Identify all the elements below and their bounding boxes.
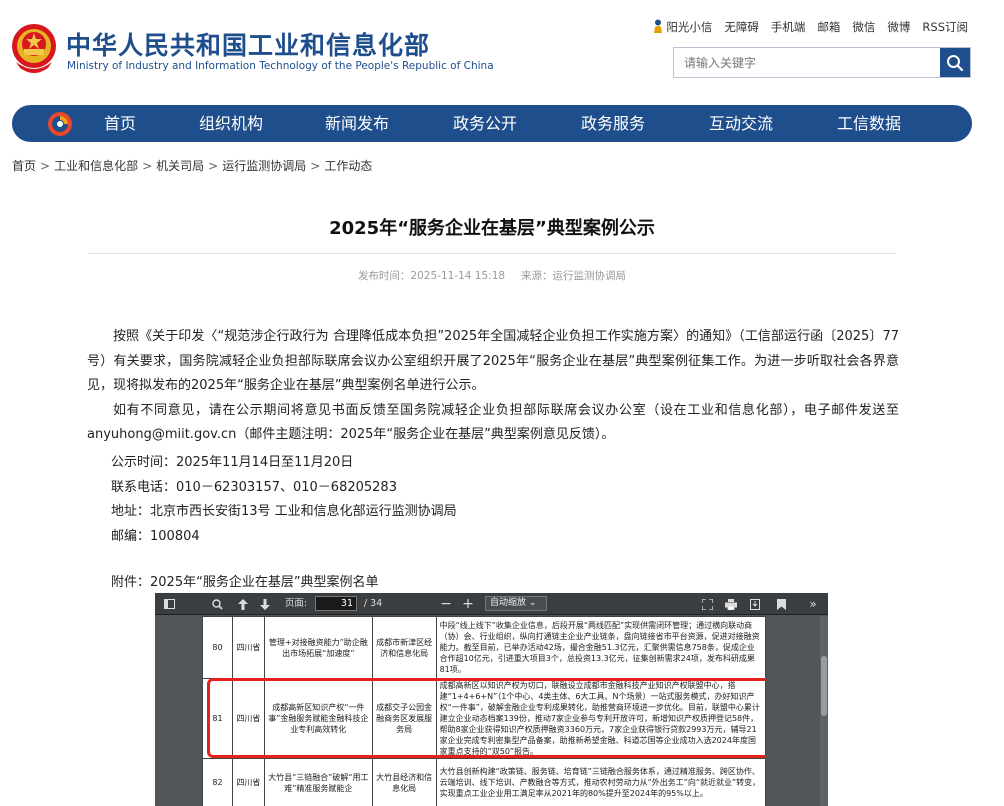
title-divider bbox=[88, 253, 896, 254]
article-title: 2025年“服务企业在基层”典型案例公示 bbox=[329, 218, 655, 239]
table-row: 82 四川省 大竹县“三链融合”破解“用工难”精准服务赋能企 大竹县经济和信息化… bbox=[202, 758, 766, 806]
nav-organization[interactable]: 组织机构 bbox=[199, 105, 263, 142]
case-description: 中段“线上线下”收集企业信息，后段开展“两线匹配”实现供需闭环管理；通过横向联动… bbox=[435, 616, 766, 679]
contact-phone: 联系电话：010－62303157、010－68205283 bbox=[111, 480, 397, 495]
case-unit: 成都市新津区经济和信息化局 bbox=[371, 616, 437, 679]
site-title-english: Ministry of Industry and Information Tec… bbox=[67, 60, 494, 72]
zoom-select[interactable]: 自动缩放 ⌄ bbox=[485, 596, 547, 611]
zoom-in-icon[interactable]: + bbox=[460, 593, 476, 615]
case-name: 管理+对接融资能力”助企融出市场拓展“加速度” bbox=[263, 616, 373, 679]
breadcrumb-home[interactable]: 首页 bbox=[12, 159, 36, 173]
article-meta: 发布时间：2025-11-14 15:18 来源：运行监测协调局 bbox=[0, 268, 984, 283]
case-province: 四川省 bbox=[231, 758, 265, 806]
print-icon[interactable] bbox=[722, 593, 740, 615]
site-title[interactable]: 中华人民共和国工业和信息化部 bbox=[66, 26, 430, 62]
nav-services[interactable]: 政务服务 bbox=[581, 105, 645, 142]
main-nav: 首页 组织机构 新闻发布 政务公开 政务服务 互动交流 工信数据 bbox=[12, 105, 972, 142]
breadcrumb-separator: > bbox=[40, 159, 51, 173]
case-description: 大竹县创新构建“政策链、服务链、培育链”三链融合服务体系，通过精准服务、跨区协作… bbox=[435, 758, 766, 806]
scroll-thumb[interactable] bbox=[821, 656, 827, 716]
download-icon[interactable] bbox=[746, 593, 764, 615]
top-link-wechat[interactable]: 微信 bbox=[852, 19, 875, 35]
pdf-toolbar: 页面: 31 / 34 − + 自动缩放 ⌄ » bbox=[155, 593, 828, 615]
previous-page-icon[interactable] bbox=[233, 593, 253, 615]
top-links: 阳光小信 无障碍 手机端 邮箱 微信 微博 RSS订阅 bbox=[653, 19, 968, 35]
case-name: 大竹县“三链融合”破解“用工难”精准服务赋能企 bbox=[263, 758, 373, 806]
bookmark-icon[interactable] bbox=[772, 593, 790, 615]
postcode: 邮编：100804 bbox=[111, 529, 200, 544]
pdf-scrollbar[interactable] bbox=[820, 616, 828, 806]
case-unit: 大竹县经济和信息化局 bbox=[371, 758, 437, 806]
find-icon[interactable] bbox=[207, 593, 227, 615]
breadcrumb: 首页 > 工业和信息化部 > 机关司局 > 运行监测协调局 > 工作动态 bbox=[12, 157, 372, 174]
article-source: 来源：运行监测协调局 bbox=[521, 270, 627, 282]
next-page-icon[interactable] bbox=[255, 593, 275, 615]
breadcrumb-separator: > bbox=[310, 159, 321, 173]
top-link-mail[interactable]: 邮箱 bbox=[817, 19, 840, 35]
nav-news[interactable]: 新闻发布 bbox=[325, 105, 389, 142]
zoom-out-icon[interactable]: − bbox=[438, 593, 454, 615]
page-number-input[interactable]: 31 bbox=[315, 596, 357, 611]
search-box bbox=[673, 47, 971, 78]
breadcrumb-bureau[interactable]: 运行监测协调局 bbox=[222, 159, 306, 173]
publicity-period: 公示时间：2025年11月14日至11月20日 bbox=[111, 455, 354, 470]
sidebar-toggle-icon[interactable] bbox=[159, 593, 179, 615]
nav-data[interactable]: 工信数据 bbox=[837, 105, 901, 142]
miit-logo-icon bbox=[48, 112, 72, 136]
nav-government-affairs[interactable]: 政务公开 bbox=[453, 105, 517, 142]
more-tools-icon[interactable]: » bbox=[803, 593, 823, 615]
search-input[interactable] bbox=[674, 48, 940, 77]
article-body: 按照《关于印发〈“规范涉企行政行为 合理降低成本负担”2025年全国减轻企业负担… bbox=[87, 325, 899, 448]
breadcrumb-ministry[interactable]: 工业和信息化部 bbox=[54, 159, 138, 173]
pdf-viewer: 页面: 31 / 34 − + 自动缩放 ⌄ » 80 四川省 管理+对接融资能… bbox=[155, 593, 828, 806]
highlight-annotation bbox=[207, 678, 766, 758]
top-link-mobile[interactable]: 手机端 bbox=[771, 19, 806, 35]
case-number: 82 bbox=[202, 758, 233, 806]
contact-address: 地址：北京市西长安街13号 工业和信息化部运行监测协调局 bbox=[111, 504, 457, 519]
breadcrumb-current[interactable]: 工作动态 bbox=[324, 159, 372, 173]
search-button[interactable] bbox=[940, 48, 970, 77]
publish-time: 发布时间：2025-11-14 15:18 bbox=[357, 270, 506, 282]
top-link-accessibility[interactable]: 无障碍 bbox=[724, 19, 759, 35]
table-row: 80 四川省 管理+对接融资能力”助企融出市场拓展“加速度” 成都市新津区经济和… bbox=[202, 616, 766, 679]
top-link-sunshine[interactable]: 阳光小信 bbox=[653, 19, 712, 35]
attachment-link[interactable]: 附件：2025年“服务企业在基层”典型案例名单 bbox=[111, 571, 379, 590]
person-icon bbox=[654, 19, 663, 33]
fullscreen-icon[interactable] bbox=[698, 593, 716, 615]
total-pages: / 34 bbox=[363, 598, 383, 609]
pdf-page: 80 四川省 管理+对接融资能力”助企融出市场拓展“加速度” 成都市新津区经济和… bbox=[202, 616, 766, 806]
top-link-rss[interactable]: RSS订阅 bbox=[922, 19, 968, 35]
breadcrumb-departments[interactable]: 机关司局 bbox=[156, 159, 204, 173]
nav-interaction[interactable]: 互动交流 bbox=[709, 105, 773, 142]
search-icon bbox=[947, 54, 964, 71]
case-province: 四川省 bbox=[231, 616, 265, 679]
breadcrumb-separator: > bbox=[208, 159, 219, 173]
breadcrumb-separator: > bbox=[142, 159, 153, 173]
body-paragraph: 如有不同意见，请在公示期间将意见书面反馈至国务院减轻企业负担部际联席会议办公室（… bbox=[87, 402, 899, 443]
national-emblem-logo[interactable] bbox=[10, 22, 58, 74]
body-paragraph: 按照《关于印发〈“规范涉企行政行为 合理降低成本负担”2025年全国减轻企业负担… bbox=[87, 329, 899, 393]
top-link-weibo[interactable]: 微博 bbox=[887, 19, 910, 35]
nav-home[interactable]: 首页 bbox=[104, 105, 136, 142]
site-header: 中华人民共和国工业和信息化部 Ministry of Industry and … bbox=[0, 0, 1004, 100]
page-label: 页面: bbox=[284, 598, 308, 609]
case-number: 80 bbox=[202, 616, 233, 679]
